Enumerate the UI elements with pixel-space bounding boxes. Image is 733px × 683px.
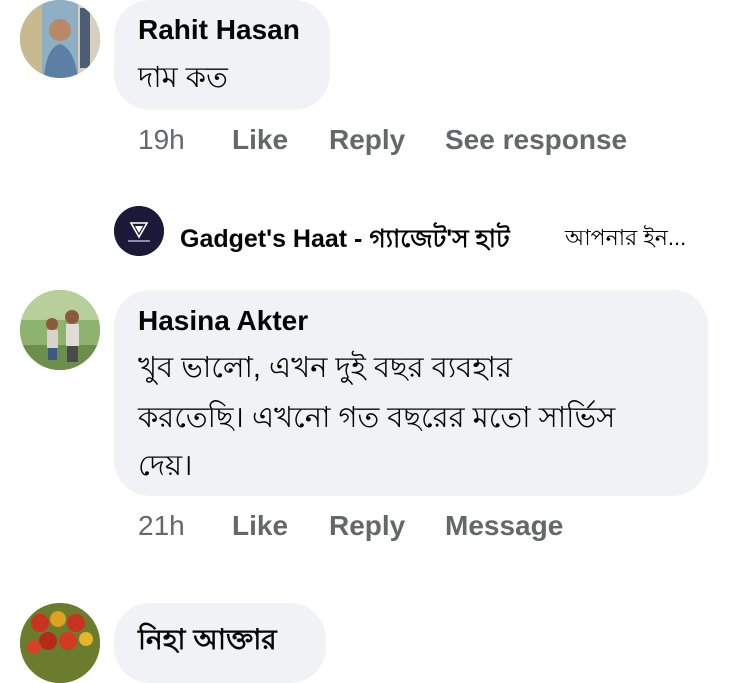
page-reply-preview[interactable]: Gadget's Haat - গ্যাজেট'স হাট আপনার ইন..… xyxy=(114,206,724,258)
page-name[interactable]: Gadget's Haat - গ্যাজেট'স হাট xyxy=(180,219,510,262)
comment-timestamp[interactable]: 19h xyxy=(138,124,185,156)
avatar-photo-icon xyxy=(20,0,100,78)
reply-snippet: আপনার ইন... xyxy=(565,225,687,250)
comment-text: দেয়। xyxy=(138,450,193,482)
comment-text: খুব ভালো, এখন দুই বছর ব্যবহার xyxy=(138,352,512,384)
comment-text: দাম কত xyxy=(138,62,228,94)
like-button[interactable]: Like xyxy=(232,510,288,542)
comment-author[interactable]: Rahit Hasan xyxy=(138,14,300,46)
avatar[interactable] xyxy=(20,603,100,683)
page-logo-icon xyxy=(114,206,164,256)
reply-button[interactable]: Reply xyxy=(329,510,405,542)
comment-actions: 21h Like Reply Message xyxy=(138,510,698,546)
comment-author[interactable]: নিহা আক্তার xyxy=(138,618,277,665)
page-logo[interactable] xyxy=(114,206,164,256)
comment-author[interactable]: Hasina Akter xyxy=(138,305,308,337)
avatar[interactable] xyxy=(20,0,100,78)
like-button[interactable]: Like xyxy=(232,124,288,156)
comment-actions: 19h Like Reply See response xyxy=(138,124,698,160)
avatar-photo-icon xyxy=(20,290,100,370)
see-response-button[interactable]: See response xyxy=(445,124,627,156)
message-button[interactable]: Message xyxy=(445,510,563,542)
avatar-photo-icon xyxy=(20,603,100,683)
comment-timestamp[interactable]: 21h xyxy=(138,510,185,542)
comment-text: করতেছি। এখনো গত বছরের মতো সার্ভিস xyxy=(138,402,616,434)
reply-button[interactable]: Reply xyxy=(329,124,405,156)
avatar[interactable] xyxy=(20,290,100,370)
